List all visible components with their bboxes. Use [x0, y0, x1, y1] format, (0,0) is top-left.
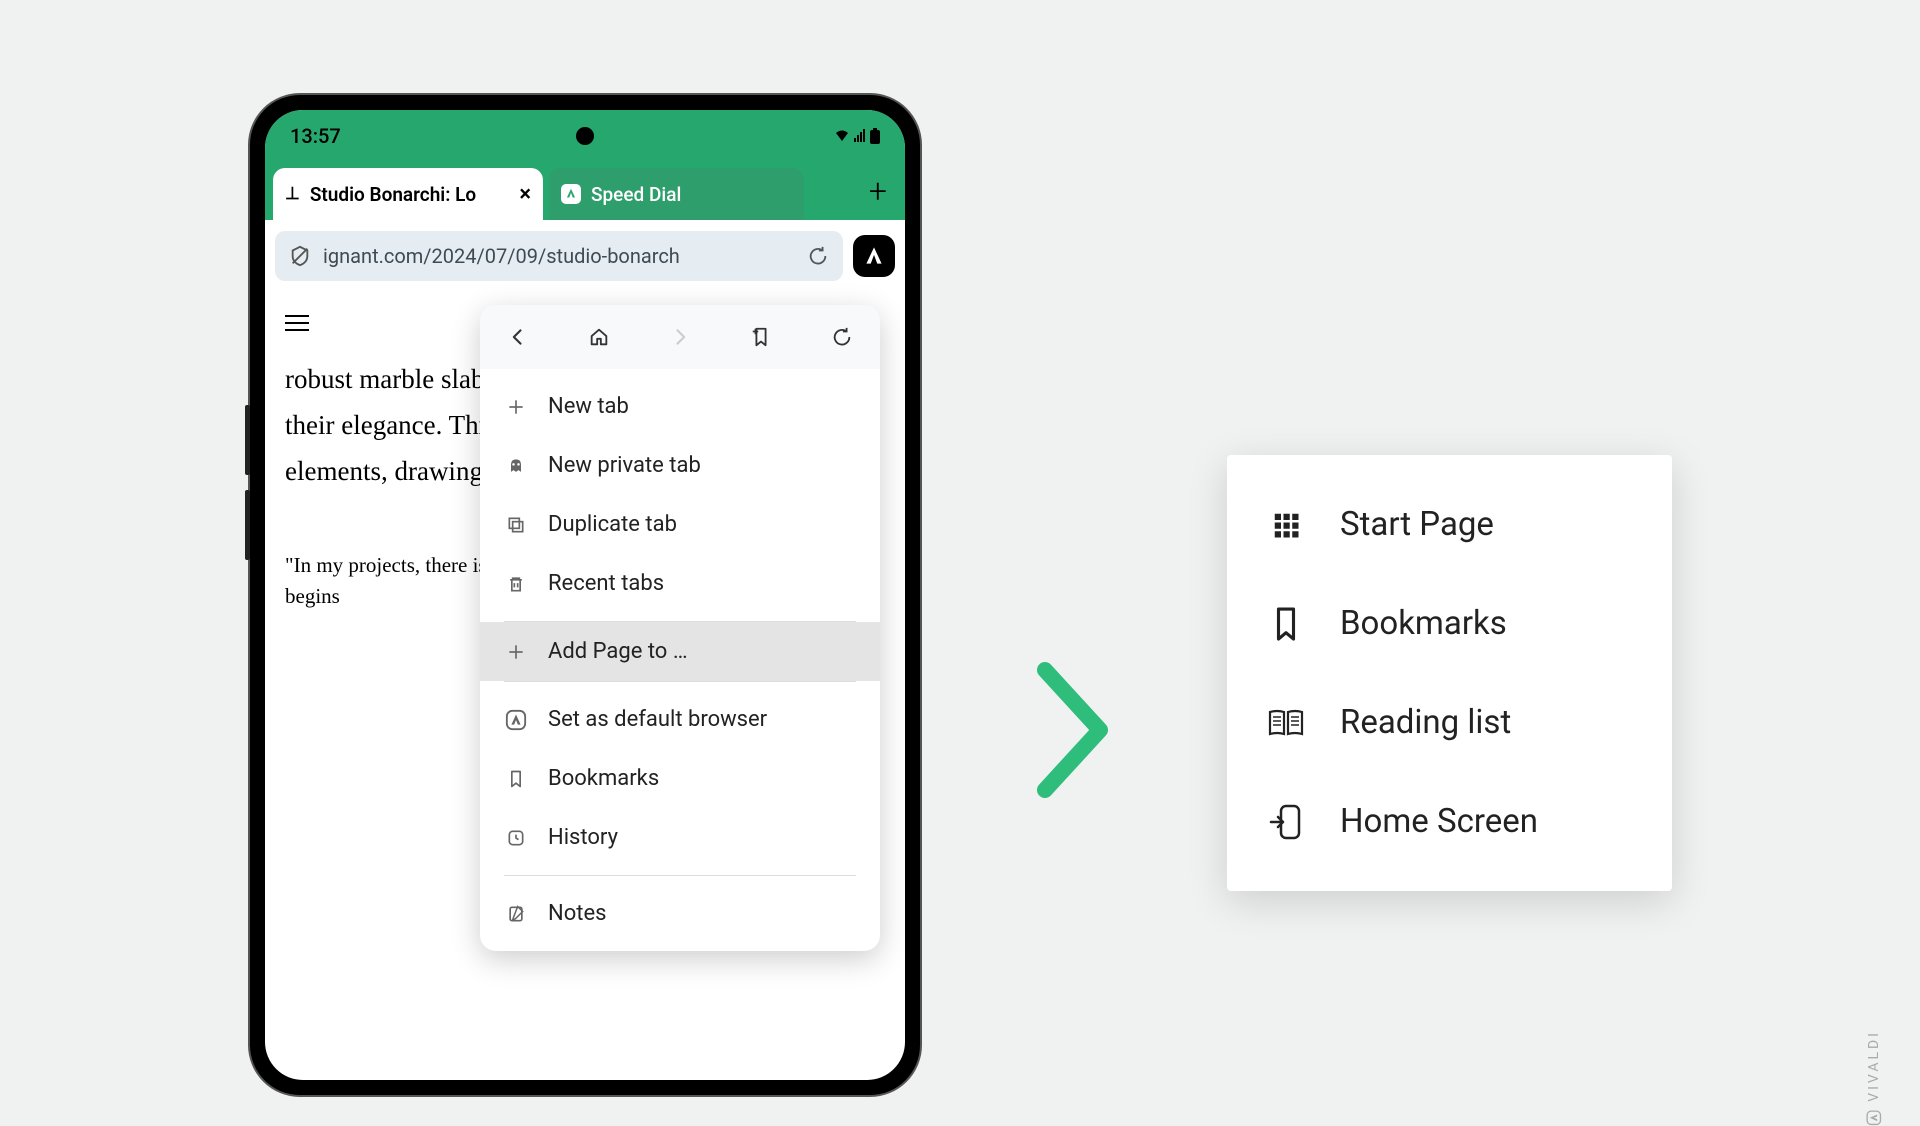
new-tab-button[interactable]: +	[869, 172, 887, 210]
menu-label: History	[548, 825, 618, 850]
url-text: ignant.com/2024/07/09/studio-bonarch	[323, 244, 795, 268]
menu-bookmarks[interactable]: Bookmarks	[480, 749, 880, 808]
status-time: 13:57	[290, 124, 341, 148]
address-bar[interactable]: ignant.com/2024/07/09/studio-bonarch	[275, 231, 843, 281]
submenu-bookmarks[interactable]: Bookmarks	[1227, 574, 1672, 673]
submenu-home-screen[interactable]: Home Screen	[1227, 772, 1672, 871]
submenu-add-page-to: Start Page Bookmarks Reading list Home S…	[1227, 455, 1672, 891]
menu-history[interactable]: History	[480, 808, 880, 867]
ghost-icon	[504, 454, 528, 478]
menu-label: Recent tabs	[548, 571, 664, 596]
shield-icon	[289, 245, 311, 267]
menu-label: Notes	[548, 901, 606, 926]
tab-title: Speed Dial	[591, 183, 681, 206]
submenu-reading-list[interactable]: Reading list	[1227, 673, 1672, 772]
vivaldi-watermark: VIVALDI	[1866, 1030, 1882, 1126]
tab-active[interactable]: ⊥ Studio Bonarchi: Lo ×	[273, 168, 543, 220]
menu-label: Bookmarks	[548, 766, 659, 791]
menu-label: Duplicate tab	[548, 512, 677, 537]
submenu-label: Start Page	[1340, 505, 1494, 544]
tab-speed-dial[interactable]: Speed Dial	[549, 168, 804, 220]
book-icon	[1267, 704, 1305, 742]
signal-icon	[853, 129, 867, 143]
menu-set-default[interactable]: Set as default browser	[480, 690, 880, 749]
back-icon[interactable]	[504, 323, 532, 351]
tab-favicon: ⊥	[285, 184, 300, 204]
address-area: ignant.com/2024/07/09/studio-bonarch	[265, 220, 905, 292]
reload-icon[interactable]	[828, 323, 856, 351]
submenu-label: Reading list	[1340, 703, 1511, 742]
duplicate-icon	[504, 513, 528, 537]
home-icon[interactable]	[585, 323, 613, 351]
notes-icon	[504, 902, 528, 926]
reload-icon[interactable]	[807, 245, 829, 267]
menu-label: New tab	[548, 394, 629, 419]
vivaldi-icon	[561, 184, 581, 204]
bookmark-icon	[1267, 605, 1305, 643]
camera-hole	[576, 127, 594, 145]
forward-icon	[666, 323, 694, 351]
submenu-label: Bookmarks	[1340, 604, 1507, 643]
menu-new-tab[interactable]: New tab	[480, 377, 880, 436]
menu-add-page-to[interactable]: Add Page to …	[480, 622, 880, 681]
submenu-start-page[interactable]: Start Page	[1227, 475, 1672, 574]
bookmark-icon	[504, 767, 528, 791]
tab-title: Studio Bonarchi: Lo	[310, 183, 476, 206]
tab-bar: ⊥ Studio Bonarchi: Lo × Speed Dial +	[265, 162, 905, 220]
status-icons	[834, 128, 880, 144]
menu-notes[interactable]: Notes	[480, 884, 880, 943]
clock-icon	[504, 826, 528, 850]
wifi-icon	[834, 129, 850, 143]
plus-icon	[504, 640, 528, 664]
menu-new-private-tab[interactable]: New private tab	[480, 436, 880, 495]
menu-label: Add Page to …	[548, 639, 688, 664]
menu-duplicate-tab[interactable]: Duplicate tab	[480, 495, 880, 554]
vivaldi-menu-button[interactable]	[853, 235, 895, 277]
menu-label: New private tab	[548, 453, 701, 478]
menu-nav-row	[480, 305, 880, 369]
status-bar: 13:57	[265, 110, 905, 162]
watermark-text: VIVALDI	[1866, 1030, 1882, 1102]
menu-recent-tabs[interactable]: Recent tabs	[480, 554, 880, 613]
arrow-icon	[1030, 650, 1120, 810]
bookmark-add-icon[interactable]	[747, 323, 775, 351]
vivaldi-icon	[504, 708, 528, 732]
add-to-home-icon	[1267, 803, 1305, 841]
vivaldi-logo-icon	[1866, 1110, 1882, 1126]
close-tab-icon[interactable]: ×	[519, 182, 531, 207]
menu-label: Set as default browser	[548, 707, 767, 732]
submenu-label: Home Screen	[1340, 802, 1538, 841]
volume-up-button	[245, 405, 250, 475]
trash-icon	[504, 572, 528, 596]
battery-icon	[870, 128, 880, 144]
plus-icon	[504, 395, 528, 419]
grid-icon	[1267, 506, 1305, 544]
volume-down-button	[245, 490, 250, 560]
context-menu: New tab New private tab Duplicate tab Re…	[480, 305, 880, 951]
